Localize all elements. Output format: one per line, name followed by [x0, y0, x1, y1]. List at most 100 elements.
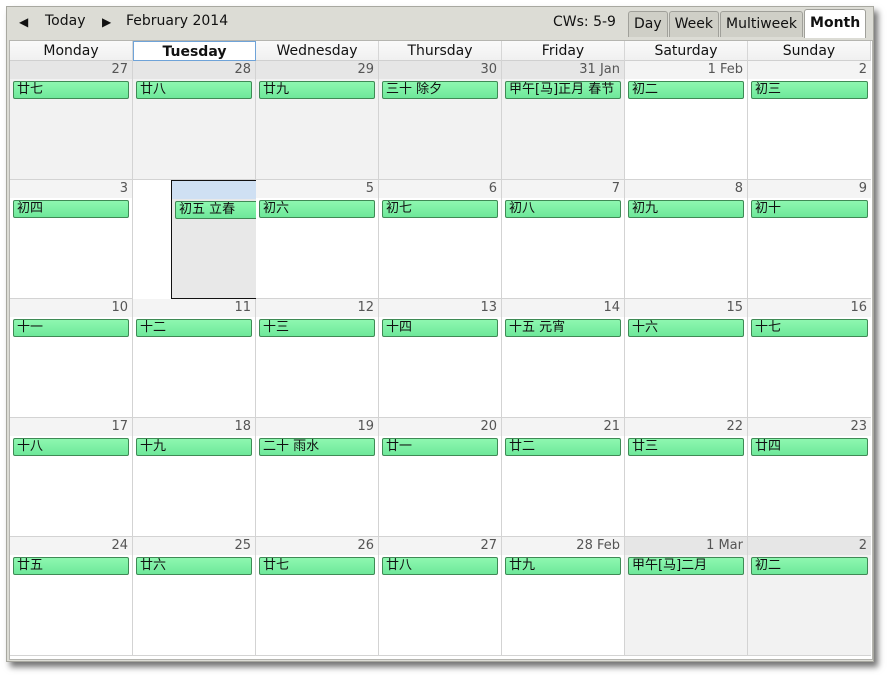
day-cell[interactable]: 27 廿七	[10, 61, 133, 180]
day-cell[interactable]: 21 廿二	[502, 418, 625, 537]
day-cell[interactable]: 18 十九	[133, 418, 256, 537]
lunar-date-event[interactable]: 廿四	[751, 438, 868, 456]
day-cell[interactable]: 19 二十 雨水	[256, 418, 379, 537]
lunar-date-event[interactable]: 初八	[505, 200, 621, 218]
lunar-date-event[interactable]: 廿五	[13, 557, 129, 575]
day-number[interactable]: 28	[133, 61, 255, 79]
tab-month[interactable]: Month	[804, 9, 867, 38]
day-cell[interactable]: 28 廿八	[133, 61, 256, 180]
day-cell[interactable]: 29 廿九	[256, 61, 379, 180]
tab-multiweek[interactable]: Multiweek	[720, 11, 804, 37]
lunar-date-event[interactable]: 廿三	[628, 438, 744, 456]
day-cell[interactable]: 11 十二	[133, 299, 256, 418]
day-number[interactable]: 12	[256, 299, 378, 317]
day-number[interactable]: 14	[502, 299, 624, 317]
day-cell[interactable]: 3 初四	[10, 180, 133, 299]
lunar-date-event[interactable]: 初九	[628, 200, 744, 218]
lunar-date-event[interactable]: 初六	[259, 200, 375, 218]
lunar-date-event[interactable]: 十三	[259, 319, 375, 337]
day-number[interactable]: 26	[256, 537, 378, 555]
day-cell[interactable]: 16 十七	[748, 299, 871, 418]
day-number[interactable]: 20	[379, 418, 501, 436]
day-cell[interactable]: 30 三十 除夕	[379, 61, 502, 180]
day-number[interactable]: 7	[502, 180, 624, 198]
day-number[interactable]: 9	[748, 180, 871, 198]
day-number[interactable]: 28 Feb	[502, 537, 624, 555]
lunar-date-event[interactable]: 十二	[136, 319, 252, 337]
day-number[interactable]: 29	[256, 61, 378, 79]
day-number[interactable]: 19	[256, 418, 378, 436]
day-number[interactable]: 27	[379, 537, 501, 555]
day-cell[interactable]: 7 初八	[502, 180, 625, 299]
day-number[interactable]: 2	[748, 61, 871, 79]
lunar-date-event[interactable]: 廿七	[259, 557, 375, 575]
day-cell[interactable]: 31 Jan 甲午[马]正月 春节	[502, 61, 625, 180]
lunar-date-event[interactable]: 三十 除夕	[382, 81, 498, 99]
day-cell[interactable]: 22 廿三	[625, 418, 748, 537]
day-number[interactable]: 31 Jan	[502, 61, 624, 79]
day-cell[interactable]: 10 十一	[10, 299, 133, 418]
day-number[interactable]: 18	[133, 418, 255, 436]
day-cell[interactable]: 20 廿一	[379, 418, 502, 537]
day-cell[interactable]: 1 Mar 甲午[马]二月	[625, 537, 748, 656]
day-number[interactable]: 24	[10, 537, 132, 555]
lunar-date-event[interactable]: 廿八	[382, 557, 498, 575]
lunar-date-event[interactable]: 廿六	[136, 557, 252, 575]
day-cell[interactable]: 13 十四	[379, 299, 502, 418]
lunar-date-event[interactable]: 初四	[13, 200, 129, 218]
day-cell[interactable]: 12 十三	[256, 299, 379, 418]
day-number[interactable]: 8	[625, 180, 747, 198]
lunar-date-event[interactable]: 初七	[382, 200, 498, 218]
lunar-date-event[interactable]: 廿九	[259, 81, 375, 99]
tab-day[interactable]: Day	[628, 11, 668, 37]
day-cell[interactable]: 23 廿四	[748, 418, 871, 537]
previous-month-button[interactable]: ◀	[19, 15, 28, 29]
lunar-date-event[interactable]: 十九	[136, 438, 252, 456]
lunar-date-event[interactable]: 甲午[马]正月 春节	[505, 81, 621, 99]
day-number[interactable]: 2	[748, 537, 871, 555]
day-number[interactable]: 1 Feb	[625, 61, 747, 79]
today-button[interactable]: Today	[45, 13, 86, 29]
day-number[interactable]: 30	[379, 61, 501, 79]
lunar-date-event[interactable]: 二十 雨水	[259, 438, 375, 456]
day-cell[interactable]: 2 初三	[748, 61, 871, 180]
tab-week[interactable]: Week	[668, 11, 720, 37]
day-number[interactable]: 23	[748, 418, 871, 436]
lunar-date-event[interactable]: 甲午[马]二月	[628, 557, 744, 575]
lunar-date-event[interactable]: 初二	[628, 81, 744, 99]
day-cell[interactable]: 27 廿八	[379, 537, 502, 656]
day-number[interactable]: 10	[10, 299, 132, 317]
day-number[interactable]: 13	[379, 299, 501, 317]
day-number[interactable]: 6	[379, 180, 501, 198]
lunar-date-event[interactable]: 十七	[751, 319, 868, 337]
day-cell[interactable]: 14 十五 元宵	[502, 299, 625, 418]
day-cell[interactable]: 28 Feb 廿九	[502, 537, 625, 656]
lunar-date-event[interactable]: 初十	[751, 200, 868, 218]
day-cell[interactable]: 26 廿七	[256, 537, 379, 656]
day-number[interactable]: 3	[10, 180, 132, 198]
day-number[interactable]: 22	[625, 418, 747, 436]
next-month-button[interactable]: ▶	[102, 15, 111, 29]
lunar-date-event[interactable]: 十一	[13, 319, 129, 337]
day-number[interactable]: 5	[256, 180, 378, 198]
day-number[interactable]: 16	[748, 299, 871, 317]
lunar-date-event[interactable]: 廿九	[505, 557, 621, 575]
day-number[interactable]: 21	[502, 418, 624, 436]
day-number[interactable]: 17	[10, 418, 132, 436]
lunar-date-event[interactable]: 廿二	[505, 438, 621, 456]
lunar-date-event[interactable]: 初三	[751, 81, 868, 99]
lunar-date-event[interactable]: 十五 元宵	[505, 319, 621, 337]
lunar-date-event[interactable]: 廿一	[382, 438, 498, 456]
lunar-date-event[interactable]: 廿七	[13, 81, 129, 99]
day-cell[interactable]: 8 初九	[625, 180, 748, 299]
day-number[interactable]: 25	[133, 537, 255, 555]
lunar-date-event[interactable]: 十四	[382, 319, 498, 337]
day-cell[interactable]: 25 廿六	[133, 537, 256, 656]
day-cell[interactable]: 6 初七	[379, 180, 502, 299]
day-cell[interactable]: 24 廿五	[10, 537, 133, 656]
day-cell[interactable]: 1 Feb 初二	[625, 61, 748, 180]
lunar-date-event[interactable]: 廿八	[136, 81, 252, 99]
lunar-date-event[interactable]: 初二	[751, 557, 868, 575]
lunar-date-event[interactable]: 十六	[628, 319, 744, 337]
day-cell[interactable]: 15 十六	[625, 299, 748, 418]
